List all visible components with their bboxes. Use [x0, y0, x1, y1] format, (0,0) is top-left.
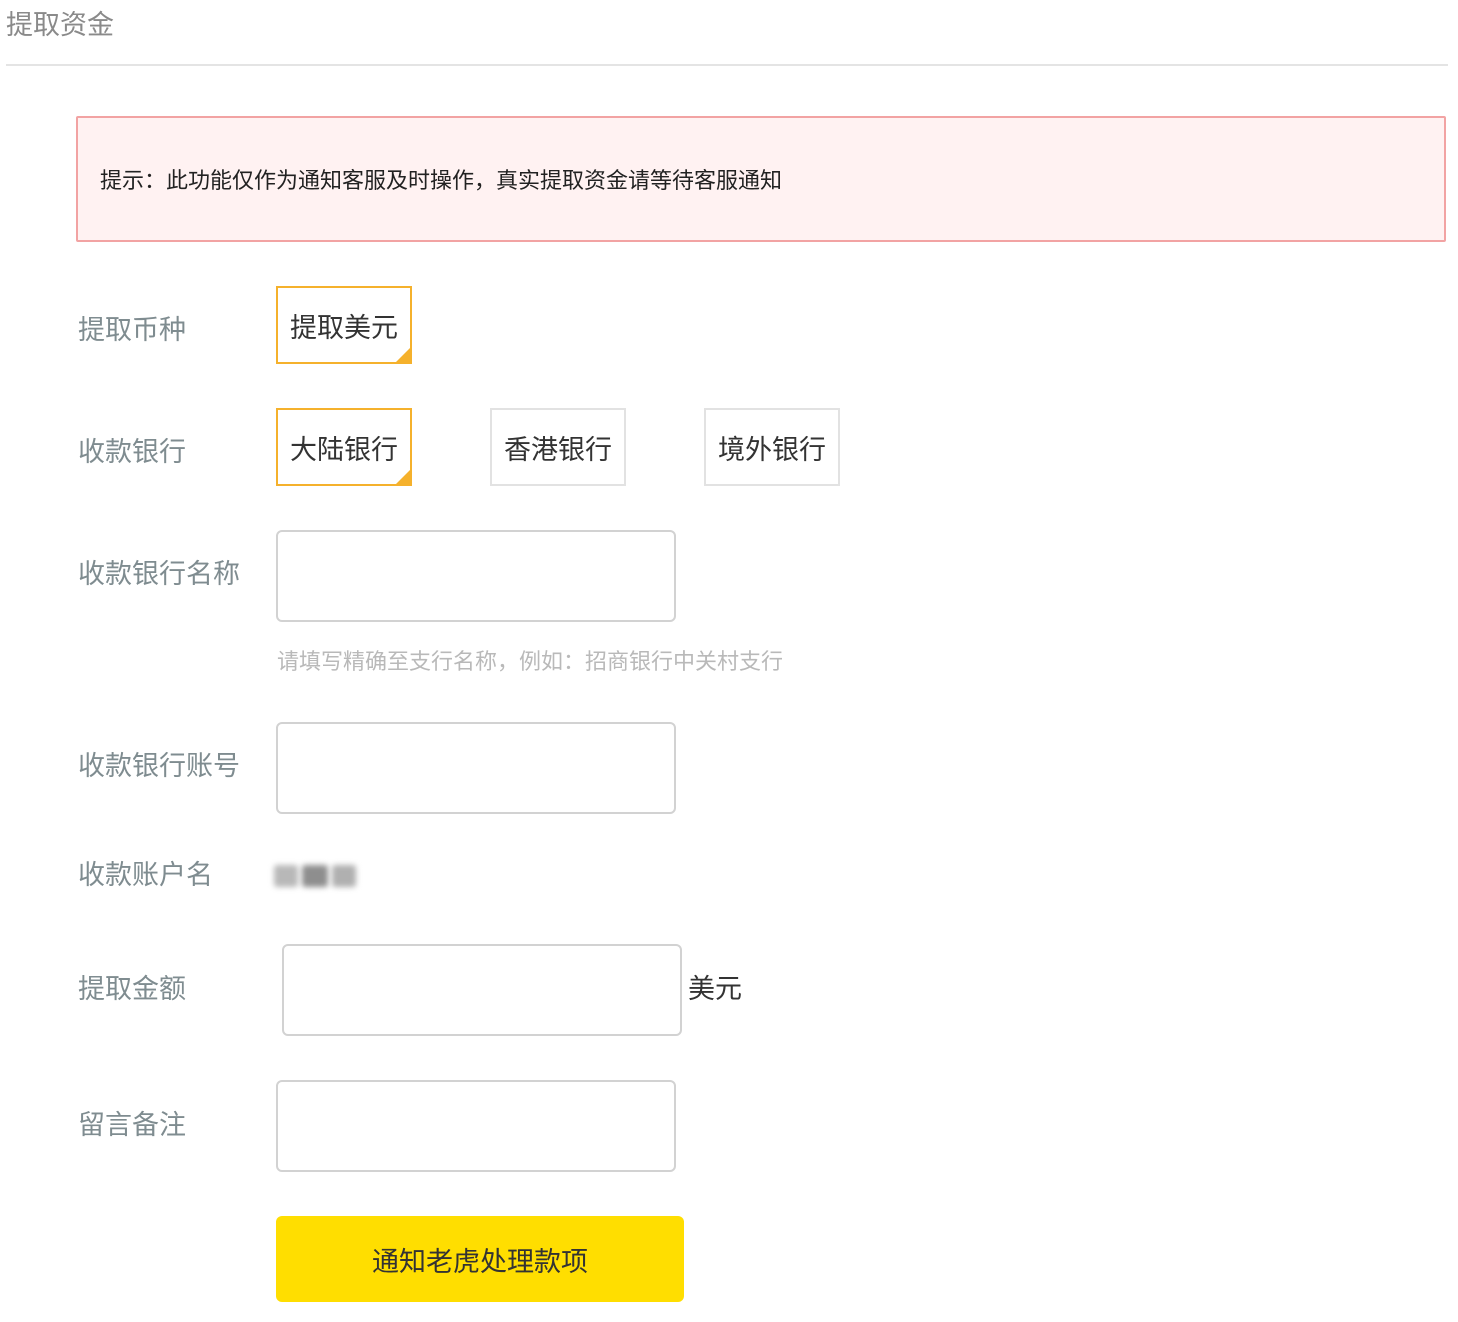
selected-corner-icon [396, 348, 410, 362]
bank-option-overseas[interactable]: 境外银行 [704, 408, 840, 486]
bank-option-hongkong[interactable]: 香港银行 [490, 408, 626, 486]
amount-input[interactable] [282, 944, 682, 1036]
currency-label: 提取币种 [78, 315, 186, 346]
currency-option-label: 提取美元 [290, 312, 398, 344]
account-name-redacted [274, 858, 366, 894]
bank-account-label: 收款银行账号 [78, 751, 240, 782]
bank-type-label: 收款银行 [78, 437, 186, 468]
bank-account-input[interactable] [276, 722, 676, 814]
notice-text: 提示：此功能仅作为通知客服及时操作，真实提取资金请等待客服通知 [100, 169, 783, 194]
bank-option-label: 境外银行 [718, 434, 826, 466]
bank-option-label: 香港银行 [504, 434, 612, 466]
bank-option-label: 大陆银行 [290, 434, 398, 466]
currency-option-usd[interactable]: 提取美元 [276, 286, 412, 364]
bank-name-label: 收款银行名称 [78, 559, 240, 590]
redacted-char [332, 865, 356, 887]
bank-option-mainland[interactable]: 大陆银行 [276, 408, 412, 486]
amount-label: 提取金额 [78, 974, 186, 1005]
submit-button[interactable]: 通知老虎处理款项 [276, 1216, 684, 1302]
account-name-label: 收款账户名 [78, 860, 213, 891]
page-title: 提取资金 [6, 10, 114, 41]
remark-input[interactable] [276, 1080, 676, 1172]
redacted-char [274, 865, 298, 887]
amount-unit: 美元 [688, 974, 742, 1005]
redacted-char [302, 865, 328, 887]
title-divider [6, 64, 1448, 66]
bank-name-hint: 请填写精确至支行名称，例如：招商银行中关村支行 [277, 650, 784, 675]
notice-banner: 提示：此功能仅作为通知客服及时操作，真实提取资金请等待客服通知 [76, 116, 1446, 242]
bank-name-input[interactable] [276, 530, 676, 622]
remark-label: 留言备注 [78, 1110, 186, 1141]
selected-corner-icon [396, 470, 410, 484]
